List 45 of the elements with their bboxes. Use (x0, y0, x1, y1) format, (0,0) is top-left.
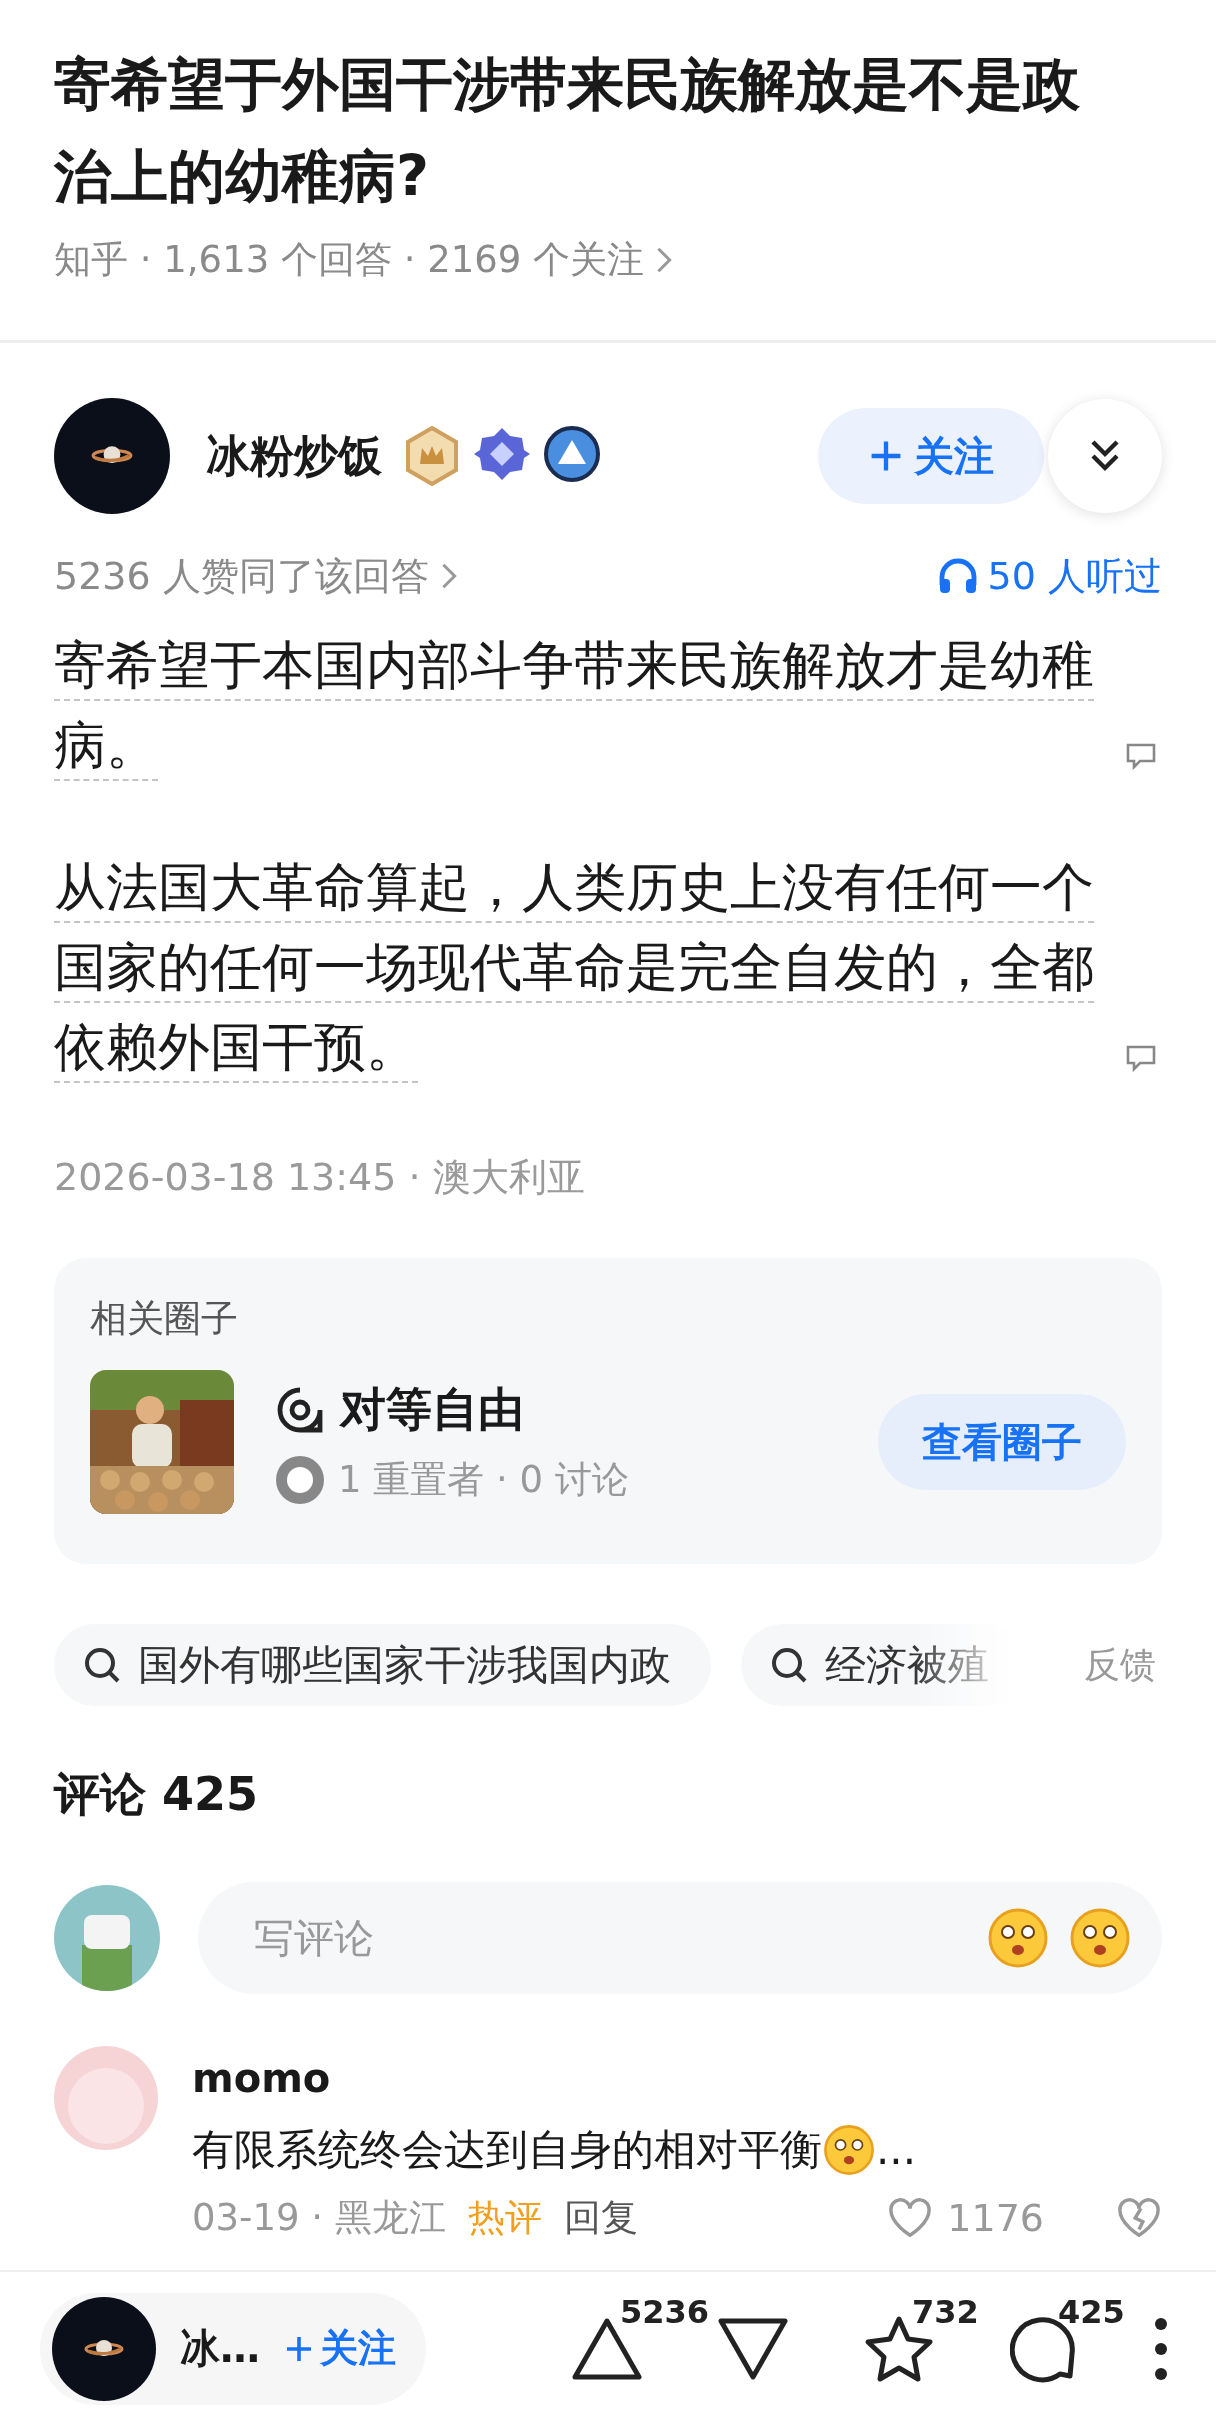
search-suggestion[interactable]: 国外有哪些国家干涉我国内政 (54, 1624, 711, 1706)
comment-meta: 03-19 · 黑龙江 (192, 2195, 446, 2241)
circle-stats: 1 重置者 · 0 讨论 (338, 1457, 629, 1503)
answer-paragraph: 从法国大革命算起，人类历史上没有任何一个国家的任何一场现代革命是完全自发的，全都依赖外国干预。 (54, 856, 1095, 1079)
comment-bubble-icon[interactable] (1124, 1043, 1158, 1073)
question-title: 寄希望于外国干涉带来民族解放是不是政治上的幼稚病? (54, 50, 1081, 211)
more-icon (1153, 2315, 1169, 2382)
comment-ellipsis: ... (876, 2124, 917, 2176)
reply-button[interactable]: 回复 (563, 2193, 638, 2243)
search-icon (82, 1645, 122, 1685)
comment-input[interactable]: 写评论 (252, 1882, 986, 1994)
listen-count[interactable]: 50 人听过 (987, 551, 1162, 601)
answer-paragraph: 寄希望于本国内部斗争带来民族解放才是幼稚病。 (54, 634, 1095, 777)
diamond-badge-icon (474, 426, 530, 482)
dislike-button[interactable] (1116, 2197, 1162, 2239)
member-avatar (276, 1456, 324, 1504)
comment-username[interactable]: momo (192, 2050, 1162, 2106)
action-count: 425 (1058, 2292, 1125, 2331)
follow-button[interactable]: 关注 (818, 408, 1044, 504)
follow-button[interactable]: 关注 (284, 2323, 396, 2374)
headphones-icon (937, 557, 978, 595)
action-count: 732 (912, 2292, 979, 2331)
comment-text: 有限系统终会达到自身的相对平衡 (192, 2124, 822, 2176)
hot-comment-tag: 热评 (467, 2192, 542, 2244)
triangle-badge-icon (544, 426, 600, 482)
author-name[interactable]: 冰粉炒饭 (206, 426, 382, 486)
heart-icon (887, 2197, 934, 2239)
card-heading: 相关圈子 (90, 1296, 239, 1342)
circle-icon (276, 1386, 324, 1434)
author-pill[interactable]: 冰… 关注 (40, 2292, 426, 2405)
author-avatar[interactable] (52, 2296, 156, 2401)
broken-heart-icon (1116, 2197, 1162, 2239)
comments-heading: 评论 425 (54, 1766, 260, 1823)
answer-date: 2026-03-18 13:45 · 澳大利亚 (54, 1154, 586, 1201)
crown-badge-icon (404, 426, 460, 486)
comment-field[interactable]: 写评论 (198, 1882, 1162, 1994)
emoji-icon[interactable] (986, 1906, 1050, 1970)
emoji-icon[interactable] (1068, 1906, 1132, 1970)
author-name[interactable]: 冰… (180, 2321, 260, 2376)
action-count: 5236 (620, 2292, 710, 2331)
search-icon (769, 1645, 809, 1685)
circle-name[interactable]: 对等自由 (340, 1379, 524, 1441)
comment-bubble-icon[interactable] (1124, 741, 1158, 771)
view-circle-button[interactable]: 查看圈子 (878, 1394, 1126, 1490)
emoji-icon (822, 2123, 876, 2177)
